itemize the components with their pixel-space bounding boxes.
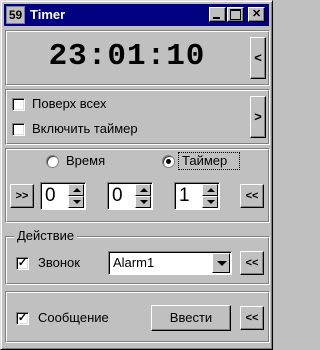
hours-spinner[interactable]: 0 [40, 182, 86, 210]
clock-display: 23:01:10 [48, 39, 206, 74]
timer-radio-label[interactable]: Таймер [182, 153, 227, 168]
seconds-value[interactable]: 1 [179, 185, 190, 207]
message-label[interactable]: Сообщение [38, 310, 109, 325]
maximize-button[interactable] [227, 7, 244, 22]
sound-select[interactable]: Alarm1 [108, 251, 232, 275]
message-button[interactable]: << [240, 306, 264, 330]
minimize-button[interactable] [209, 7, 226, 22]
hours-down-arrow-icon[interactable] [68, 196, 84, 208]
seconds-down-arrow-icon[interactable] [202, 196, 218, 208]
collapse-button[interactable]: < [250, 37, 266, 79]
options-panel: Поверх всех Включить таймер > [5, 89, 270, 145]
close-button[interactable] [248, 7, 265, 22]
time-radio-label[interactable]: Время [66, 153, 105, 168]
enter-message-button[interactable]: Ввести [151, 305, 231, 331]
mode-panel: Время Таймер >> 0 0 1 << [5, 148, 270, 223]
minutes-down-arrow-icon[interactable] [135, 196, 151, 208]
time-radio[interactable] [46, 155, 59, 168]
bell-label[interactable]: Звонок [38, 255, 80, 270]
reset-time-button[interactable]: << [240, 184, 264, 208]
hours-up-arrow-icon[interactable] [68, 184, 84, 196]
enable-timer-label[interactable]: Включить таймер [32, 121, 138, 136]
message-panel: ✓ Сообщение Ввести << [5, 291, 270, 343]
title-bar[interactable]: 59 Timer [4, 4, 269, 26]
action-panel: Действие ✓ Звонок Alarm1 << [5, 228, 270, 285]
timer-radio[interactable] [162, 155, 175, 168]
on-top-checkbox[interactable] [12, 98, 25, 111]
seconds-spinner[interactable]: 1 [174, 182, 220, 210]
minutes-spinner[interactable]: 0 [107, 182, 153, 210]
enable-timer-checkbox[interactable] [12, 123, 25, 136]
minutes-up-arrow-icon[interactable] [135, 184, 151, 196]
timer-window: 59 Timer 23:01:10 < Поверх всех Включить… [0, 0, 273, 350]
apply-time-button[interactable]: >> [10, 184, 34, 208]
seconds-up-arrow-icon[interactable] [202, 184, 218, 196]
clock-panel: 23:01:10 < [5, 30, 270, 86]
on-top-label[interactable]: Поверх всех [32, 96, 106, 111]
app-icon[interactable]: 59 [6, 6, 25, 24]
hours-value[interactable]: 0 [45, 185, 56, 207]
sound-button[interactable]: << [240, 251, 264, 275]
chevron-down-icon[interactable] [212, 253, 230, 273]
message-checkbox[interactable]: ✓ [16, 312, 29, 325]
minutes-value[interactable]: 0 [112, 185, 123, 207]
sound-select-value[interactable]: Alarm1 [113, 255, 154, 270]
window-title: Timer [30, 7, 66, 22]
action-group-label: Действие [14, 228, 78, 243]
expand-button[interactable]: > [250, 96, 266, 138]
bell-checkbox[interactable]: ✓ [16, 257, 29, 270]
